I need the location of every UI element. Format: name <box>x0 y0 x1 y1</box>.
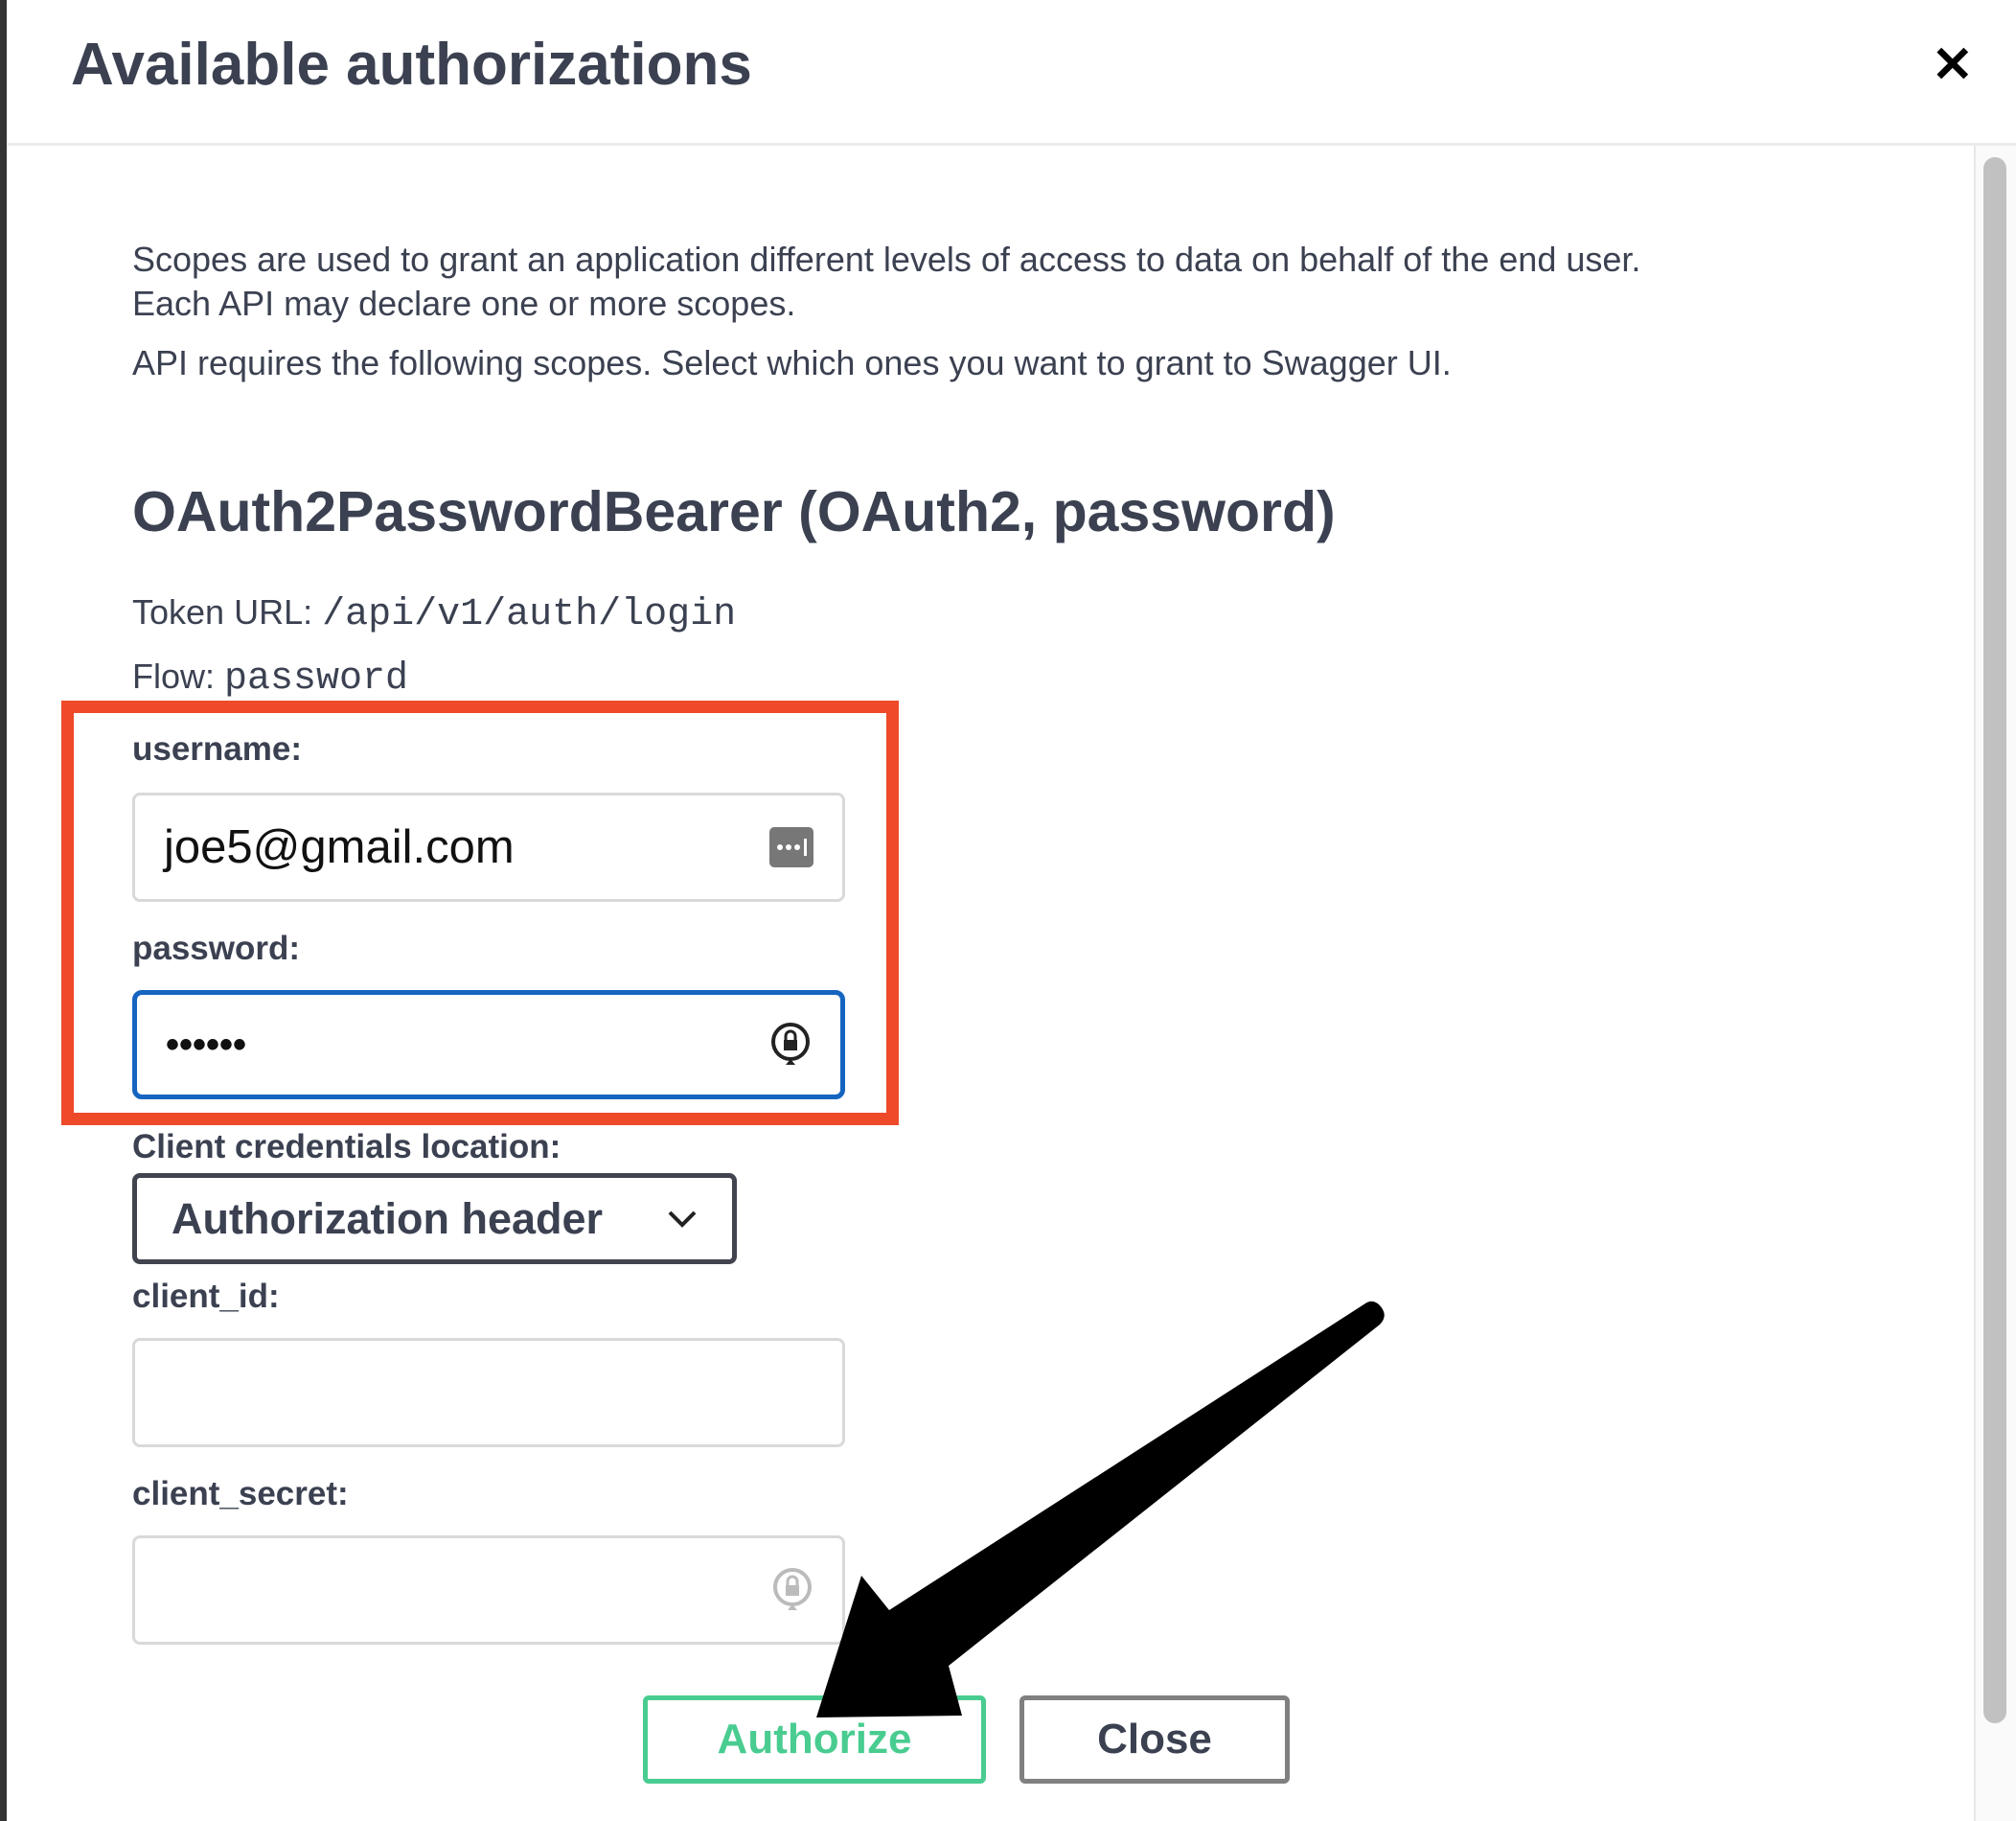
flow: Flow: password <box>132 657 408 701</box>
token-url: Token URL: /api/v1/auth/login <box>132 592 736 636</box>
autofill-icon[interactable] <box>769 827 813 867</box>
flow-value: password <box>224 657 409 701</box>
close-x-icon[interactable]: ✕ <box>1932 36 1974 94</box>
client-credentials-location-select[interactable]: Authorization header <box>132 1173 737 1264</box>
password-key-icon[interactable] <box>769 1021 812 1069</box>
left-border <box>0 0 7 1821</box>
select-value: Authorization header <box>172 1193 604 1243</box>
password-value: •••••• <box>166 1023 247 1066</box>
scheme-heading: OAuth2PasswordBearer (OAuth2, password) <box>132 480 1336 543</box>
client-id-label: client_id: <box>132 1278 280 1315</box>
password-key-icon[interactable] <box>771 1566 813 1614</box>
username-value: joe5@gmail.com <box>164 821 515 873</box>
client-id-input[interactable] <box>132 1338 845 1447</box>
flow-label: Flow: <box>132 657 216 696</box>
username-label: username: <box>132 730 303 768</box>
client-secret-label: client_secret: <box>132 1475 349 1512</box>
dialog-title: Available authorizations <box>71 32 752 98</box>
client-credentials-location-label: Client credentials location: <box>132 1128 561 1165</box>
password-label: password: <box>132 930 301 967</box>
scopes-description-2: Each API may declare one or more scopes. <box>132 284 796 323</box>
scrollbar-thumb[interactable] <box>1983 157 2006 1723</box>
username-input[interactable]: joe5@gmail.com <box>132 793 845 902</box>
token-url-value: /api/v1/auth/login <box>322 593 737 636</box>
token-url-label: Token URL: <box>132 592 313 632</box>
scopes-description: Scopes are used to grant an application … <box>132 240 1641 279</box>
chevron-down-icon <box>668 1210 697 1228</box>
close-button[interactable]: Close <box>1019 1695 1290 1784</box>
client-secret-input[interactable] <box>132 1535 845 1645</box>
password-input[interactable]: •••••• <box>132 990 845 1099</box>
scopes-requirement: API requires the following scopes. Selec… <box>132 343 1452 382</box>
authorize-button[interactable]: Authorize <box>643 1695 986 1784</box>
